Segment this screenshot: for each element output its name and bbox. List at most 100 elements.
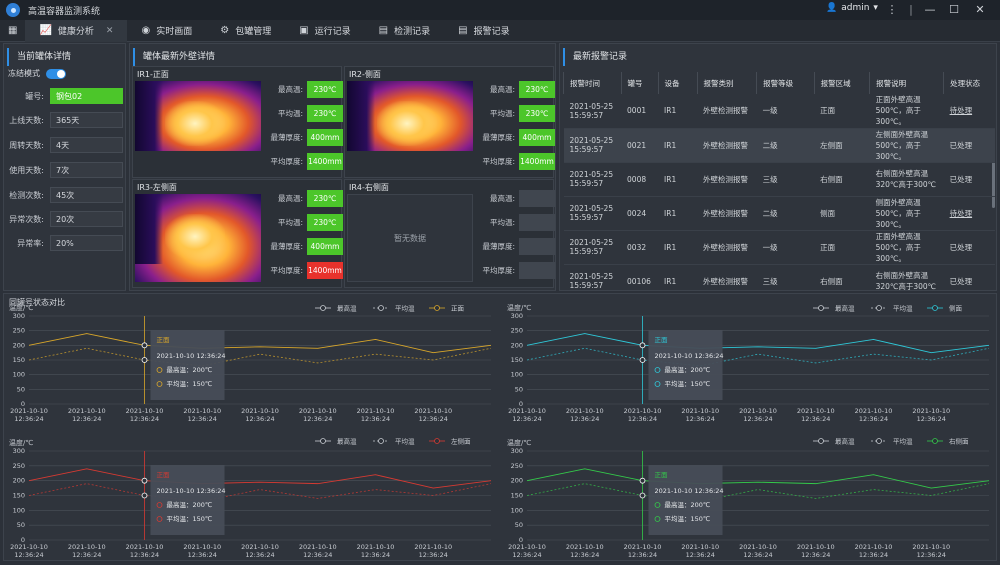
x-tick-label: 2021-10-10 (241, 543, 279, 551)
column-header[interactable]: 报警时间 (563, 72, 622, 94)
ir3-box: IR3-左侧面 最高温: 230℃ 平均温: 230℃ 最薄厚度: 400mm 平均厚… (132, 179, 343, 288)
cell-tank: 0024 (621, 196, 659, 231)
metric-value: 230℃ (307, 105, 343, 122)
x-tick-label: 2021-10-10 (357, 407, 395, 415)
y-tick-label: 100 (511, 506, 523, 514)
column-header[interactable]: 报警等级 (756, 72, 815, 94)
wall-details-panel: 罐体最新外壁详情 IR1-正面 最高温: 230℃ 平均温: 230℃ 最薄厚度: 4… (129, 43, 556, 291)
column-header[interactable]: 处理状态 (943, 72, 995, 94)
minimize-icon[interactable]: — (922, 2, 938, 18)
metric-avg-thickness: 平均厚度: 1400mm (257, 262, 343, 279)
metric-value: 400mm (519, 129, 555, 146)
y-tick-label: 250 (13, 327, 25, 335)
legend-label[interactable]: 右侧面 (949, 437, 969, 446)
x-tick-label: 12:36:24 (743, 551, 772, 559)
series-line-最高温 (526, 468, 990, 489)
x-tick-label: 12:36:24 (917, 551, 946, 559)
tab-label: 运行记录 (314, 27, 351, 37)
column-header[interactable]: 报警区域 (813, 72, 870, 94)
y-tick-label: 300 (511, 312, 523, 320)
legend-label[interactable]: 平均温 (395, 437, 415, 446)
y-axis-label: 温度/℃ (9, 438, 33, 447)
legend-label[interactable]: 最高温 (835, 304, 855, 313)
tab-alarm-records[interactable]: ▤ 报警记录 (444, 20, 523, 42)
tab-inspection-records[interactable]: ▤ 检测记录 (365, 20, 444, 42)
legend-label[interactable]: 平均温 (893, 437, 913, 446)
thermal-image[interactable] (347, 81, 473, 151)
x-tick-label: 2021-10-10 (681, 407, 719, 415)
field-abnormal-count: 异常次数: 20次 (8, 211, 123, 227)
metric-value (519, 214, 555, 231)
legend-label[interactable]: 平均温 (893, 304, 913, 313)
freeze-mode-toggle[interactable] (46, 68, 66, 79)
cursor-point (639, 492, 646, 499)
more-menu-icon[interactable]: ⋮ (884, 2, 900, 18)
column-header[interactable]: 报警说明 (869, 72, 944, 94)
legend-label[interactable]: 平均温 (395, 304, 415, 313)
x-tick-label: 12:36:24 (512, 415, 541, 423)
x-tick-label: 12:36:24 (686, 415, 715, 423)
y-tick-label: 250 (511, 462, 523, 470)
maximize-icon[interactable]: ☐ (946, 2, 962, 18)
cell-status[interactable]: 已处理 (943, 230, 995, 265)
metric-min-thickness: 最薄厚度: 400mm (469, 129, 555, 146)
x-tick-label: 2021-10-10 (797, 407, 835, 415)
cursor-point (141, 492, 148, 499)
field-label: 异常率: (17, 238, 44, 248)
metric-avg-thickness: 平均厚度: 1400mm (469, 153, 555, 170)
tab-run-records[interactable]: ▣ 运行记录 (285, 20, 364, 42)
field-label: 异常次数: (9, 214, 44, 224)
tab-label: 健康分析 (57, 27, 94, 37)
legend-marker (876, 305, 882, 311)
ir-label: IR3-左侧面 (137, 183, 177, 192)
table-row[interactable]: 2021-05-25 15:59:57 0024 IR1 外壁检测报警 二级 侧面 侧面外壁… (563, 196, 995, 231)
table-row[interactable]: 2021-05-25 15:59:57 0032 IR1 外壁检测报警 一级 正面 正面外壁… (563, 230, 995, 265)
field-inspection-count: 检测次数: 45次 (8, 187, 123, 203)
cell-status[interactable]: 待处理 (943, 196, 995, 231)
thermal-image[interactable] (135, 194, 261, 282)
apps-grid-icon[interactable]: ▦ (0, 20, 25, 42)
legend-label[interactable]: 左侧面 (451, 437, 471, 446)
metric-label: 平均温: (277, 218, 303, 227)
legend-label[interactable]: 最高温 (835, 437, 855, 446)
table-row[interactable]: 2021-05-25 15:59:57 0008 IR1 外壁检测报警 三级 右侧面 右侧面… (563, 162, 995, 197)
table-row[interactable]: 2021-05-25 15:59:57 0001 IR1 外壁检测报警 一级 正面 正面外壁… (563, 94, 995, 129)
user-menu[interactable]: 👤 admin ▾ (826, 3, 878, 13)
metric-label: 平均厚度: (482, 157, 515, 166)
y-tick-label: 50 (17, 521, 25, 529)
column-header[interactable]: 罐号 (620, 72, 659, 94)
close-tab-icon[interactable]: ✕ (106, 26, 114, 36)
tab-health-analysis[interactable]: 📈 健康分析 ✕ (25, 19, 128, 42)
metric-label: 最薄厚度: (270, 242, 303, 251)
x-tick-label: 2021-10-10 (508, 543, 546, 551)
legend-label[interactable]: 侧面 (949, 304, 963, 313)
x-tick-label: 12:36:24 (188, 415, 217, 423)
close-icon[interactable]: ✕ (972, 2, 988, 18)
legend-label[interactable]: 正面 (451, 305, 465, 313)
cell-time: 2021-05-25 15:59:57 (563, 162, 622, 197)
y-tick-label: 300 (511, 447, 523, 455)
cell-tank: 0032 (621, 230, 659, 265)
cell-time: 2021-05-25 15:59:57 (563, 94, 622, 129)
column-header[interactable]: 报警类别 (696, 72, 757, 94)
cell-status[interactable]: 待处理 (943, 94, 995, 129)
legend-label[interactable]: 最高温 (337, 304, 357, 313)
tooltip-title: 正面 (157, 336, 171, 344)
ir4-box: IR4-右侧面 暂无数据 最高温: 平均温: 最薄厚度: 平均厚度: (344, 179, 555, 288)
tab-tank-management[interactable]: ⚙ 包罐管理 (206, 20, 285, 42)
cell-status[interactable]: 已处理 (943, 128, 995, 163)
metric-label: 最薄厚度: (482, 133, 515, 142)
thermal-image[interactable] (135, 81, 261, 151)
y-tick-label: 200 (511, 341, 523, 349)
cell-status[interactable]: 已处理 (943, 162, 995, 197)
x-tick-label: 12:36:24 (72, 415, 101, 423)
cell-time: 2021-05-25 15:59:57 (563, 230, 622, 265)
column-header[interactable]: 设备 (657, 72, 698, 94)
legend-label[interactable]: 最高温 (337, 437, 357, 446)
x-tick-label: 12:36:24 (686, 551, 715, 559)
tab-realtime[interactable]: ◉ 实时画面 (127, 20, 206, 42)
table-row[interactable]: 2021-05-25 15:59:57 0021 IR1 外壁检测报警 二级 左侧面 左侧面… (563, 128, 995, 163)
user-icon: 👤 (826, 3, 838, 13)
x-tick-label: 12:36:24 (419, 551, 448, 559)
metric-value (519, 238, 555, 255)
